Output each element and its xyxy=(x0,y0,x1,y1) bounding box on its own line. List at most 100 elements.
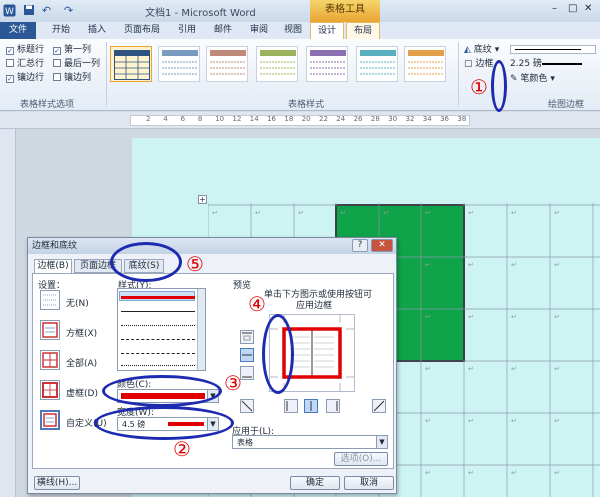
option-banded-rows[interactable]: ✓ 镶边行 xyxy=(6,72,44,84)
paint-bucket-icon: ◭ xyxy=(464,45,471,55)
options-button[interactable]: 选项(O)... xyxy=(334,452,388,466)
annotation-ellipse-2 xyxy=(94,406,234,440)
window-title: 文档1 - Microsoft Word xyxy=(145,8,256,19)
annotation-3: ③ xyxy=(224,371,242,395)
pen-color-button[interactable]: ✎ 笔颜色 ▾ xyxy=(510,73,555,85)
close-icon[interactable]: ✕ xyxy=(584,3,592,14)
annotation-5: ⑤ xyxy=(186,252,204,276)
cell-end-mark: ↵ xyxy=(425,365,431,373)
help-button[interactable]: ? xyxy=(352,239,368,252)
style-dash-dot[interactable] xyxy=(121,353,195,354)
line-style-dropdown[interactable] xyxy=(510,45,596,54)
tab-insert[interactable]: 插入 xyxy=(80,22,114,39)
ruler-tick-label: 22 xyxy=(319,115,328,123)
table-style-7[interactable] xyxy=(404,46,446,82)
diagonal-down-button[interactable] xyxy=(240,399,254,413)
option-first-column[interactable]: ✓ 第一列 xyxy=(53,44,91,56)
option-last-column[interactable]: 最后一列 xyxy=(53,58,100,70)
table-style-3[interactable] xyxy=(206,46,248,82)
ruler-tick-label: 10 xyxy=(215,115,225,123)
style-dotted[interactable] xyxy=(121,325,195,326)
setting-none-icon[interactable] xyxy=(40,290,60,310)
option-banded-columns[interactable]: 镶边列 xyxy=(53,72,91,84)
cell-end-mark: ↵ xyxy=(468,261,474,269)
ruler-tick-label: 6 xyxy=(180,115,186,123)
tab-page-layout[interactable]: 页面布局 xyxy=(117,22,167,39)
table-style-1[interactable] xyxy=(110,46,152,82)
annotation-ellipse-5 xyxy=(110,242,182,282)
cell-end-mark: ↵ xyxy=(511,469,517,477)
cell-end-mark: ↵ xyxy=(554,209,560,217)
right-border-button[interactable] xyxy=(326,399,340,413)
minimize-icon[interactable]: – xyxy=(552,3,557,14)
setting-box-icon[interactable] xyxy=(40,320,60,340)
ok-button[interactable]: 确定 xyxy=(290,476,340,490)
svg-text:W: W xyxy=(5,7,14,17)
line-weight-dropdown[interactable]: 2.25 磅 xyxy=(510,58,542,70)
horizontal-line-button[interactable]: 横线(H)... xyxy=(34,476,80,490)
inside-horizontal-button[interactable] xyxy=(240,348,254,362)
borders-button[interactable]: ▢ 边框 xyxy=(464,58,493,70)
top-border-button[interactable] xyxy=(240,330,254,344)
tab-home[interactable]: 开始 xyxy=(44,22,78,39)
cell-end-mark: ↵ xyxy=(425,209,431,217)
tab-view[interactable]: 视图 xyxy=(278,22,308,39)
style-dash-dot-dot[interactable] xyxy=(121,365,195,366)
title-bar: W ↶ ↷ 文档1 - Microsoft Word 表格工具 – □ ✕ xyxy=(0,0,600,22)
cell-end-mark: ↵ xyxy=(425,313,431,321)
diagonal-up-button[interactable] xyxy=(372,399,386,413)
maximize-icon[interactable]: □ xyxy=(568,3,577,14)
borders-shading-dialog[interactable]: 边框和底纹 ? ✕ 边框(B) 页面边框(P) 底纹(S) 设置： 样式(Y):… xyxy=(27,237,397,494)
setting-grid-label[interactable]: 虚框(D) xyxy=(66,386,98,399)
cell-end-mark: ↵ xyxy=(425,417,431,425)
setting-all-icon[interactable] xyxy=(40,350,60,370)
vertical-ruler[interactable] xyxy=(0,129,16,497)
table-style-4[interactable] xyxy=(256,46,298,82)
tab-references[interactable]: 引用 xyxy=(170,22,204,39)
option-total-row[interactable]: 汇总行 xyxy=(6,58,44,70)
table-move-handle-icon[interactable]: + xyxy=(198,195,207,204)
apply-to-dropdown[interactable]: 表格 ▼ xyxy=(232,435,388,449)
tab-design[interactable]: 设计 xyxy=(310,22,344,39)
style-solid-red xyxy=(121,296,195,299)
group-separator xyxy=(106,42,107,106)
shading-button[interactable]: ◭ 底纹 ▾ xyxy=(464,44,499,56)
table-style-5[interactable] xyxy=(306,46,348,82)
save-icon[interactable] xyxy=(22,4,35,17)
undo-icon[interactable]: ↶ xyxy=(40,4,53,17)
tab-border[interactable]: 边框(B) xyxy=(34,259,72,274)
redo-icon[interactable]: ↷ xyxy=(62,4,75,17)
style-solid[interactable] xyxy=(121,311,195,312)
bottom-border-button[interactable] xyxy=(240,366,254,380)
option-header-row[interactable]: ✓ 标题行 xyxy=(6,44,44,56)
chevron-down-icon: ▾ xyxy=(550,74,555,84)
annotation-ellipse-3 xyxy=(102,375,222,407)
setting-grid-icon[interactable] xyxy=(40,380,60,400)
tab-review[interactable]: 审阅 xyxy=(242,22,276,39)
setting-custom-icon[interactable] xyxy=(40,410,60,430)
table-style-2[interactable] xyxy=(158,46,200,82)
chevron-down-icon: ▼ xyxy=(376,436,387,448)
preview-label: 预览 xyxy=(233,281,252,291)
style-dashed[interactable] xyxy=(121,339,195,340)
tab-mailings[interactable]: 邮件 xyxy=(206,22,240,39)
table-style-6[interactable] xyxy=(356,46,398,82)
tab-layout[interactable]: 布局 xyxy=(346,22,380,39)
preview-hint-2: 应用边框 xyxy=(296,301,333,311)
cell-end-mark: ↵ xyxy=(298,209,304,217)
ruler-tick-label: 16 xyxy=(267,115,277,123)
setting-none-label[interactable]: 无(N) xyxy=(66,296,89,309)
tab-file[interactable]: 文件 xyxy=(0,22,36,39)
style-list-scrollbar[interactable] xyxy=(197,289,205,370)
ruler-tick-label: 30 xyxy=(388,115,398,123)
left-border-button[interactable] xyxy=(284,399,298,413)
line-style-list[interactable] xyxy=(117,288,206,371)
cancel-button[interactable]: 取消 xyxy=(344,476,394,490)
setting-all-label[interactable]: 全部(A) xyxy=(66,356,97,369)
inside-vertical-button[interactable] xyxy=(304,399,318,413)
cell-end-mark: ↵ xyxy=(554,313,560,321)
close-button[interactable]: ✕ xyxy=(371,239,393,252)
ruler-tick-label: 12 xyxy=(232,115,242,123)
setting-box-label[interactable]: 方框(X) xyxy=(66,326,97,339)
checkbox-icon xyxy=(53,73,61,81)
